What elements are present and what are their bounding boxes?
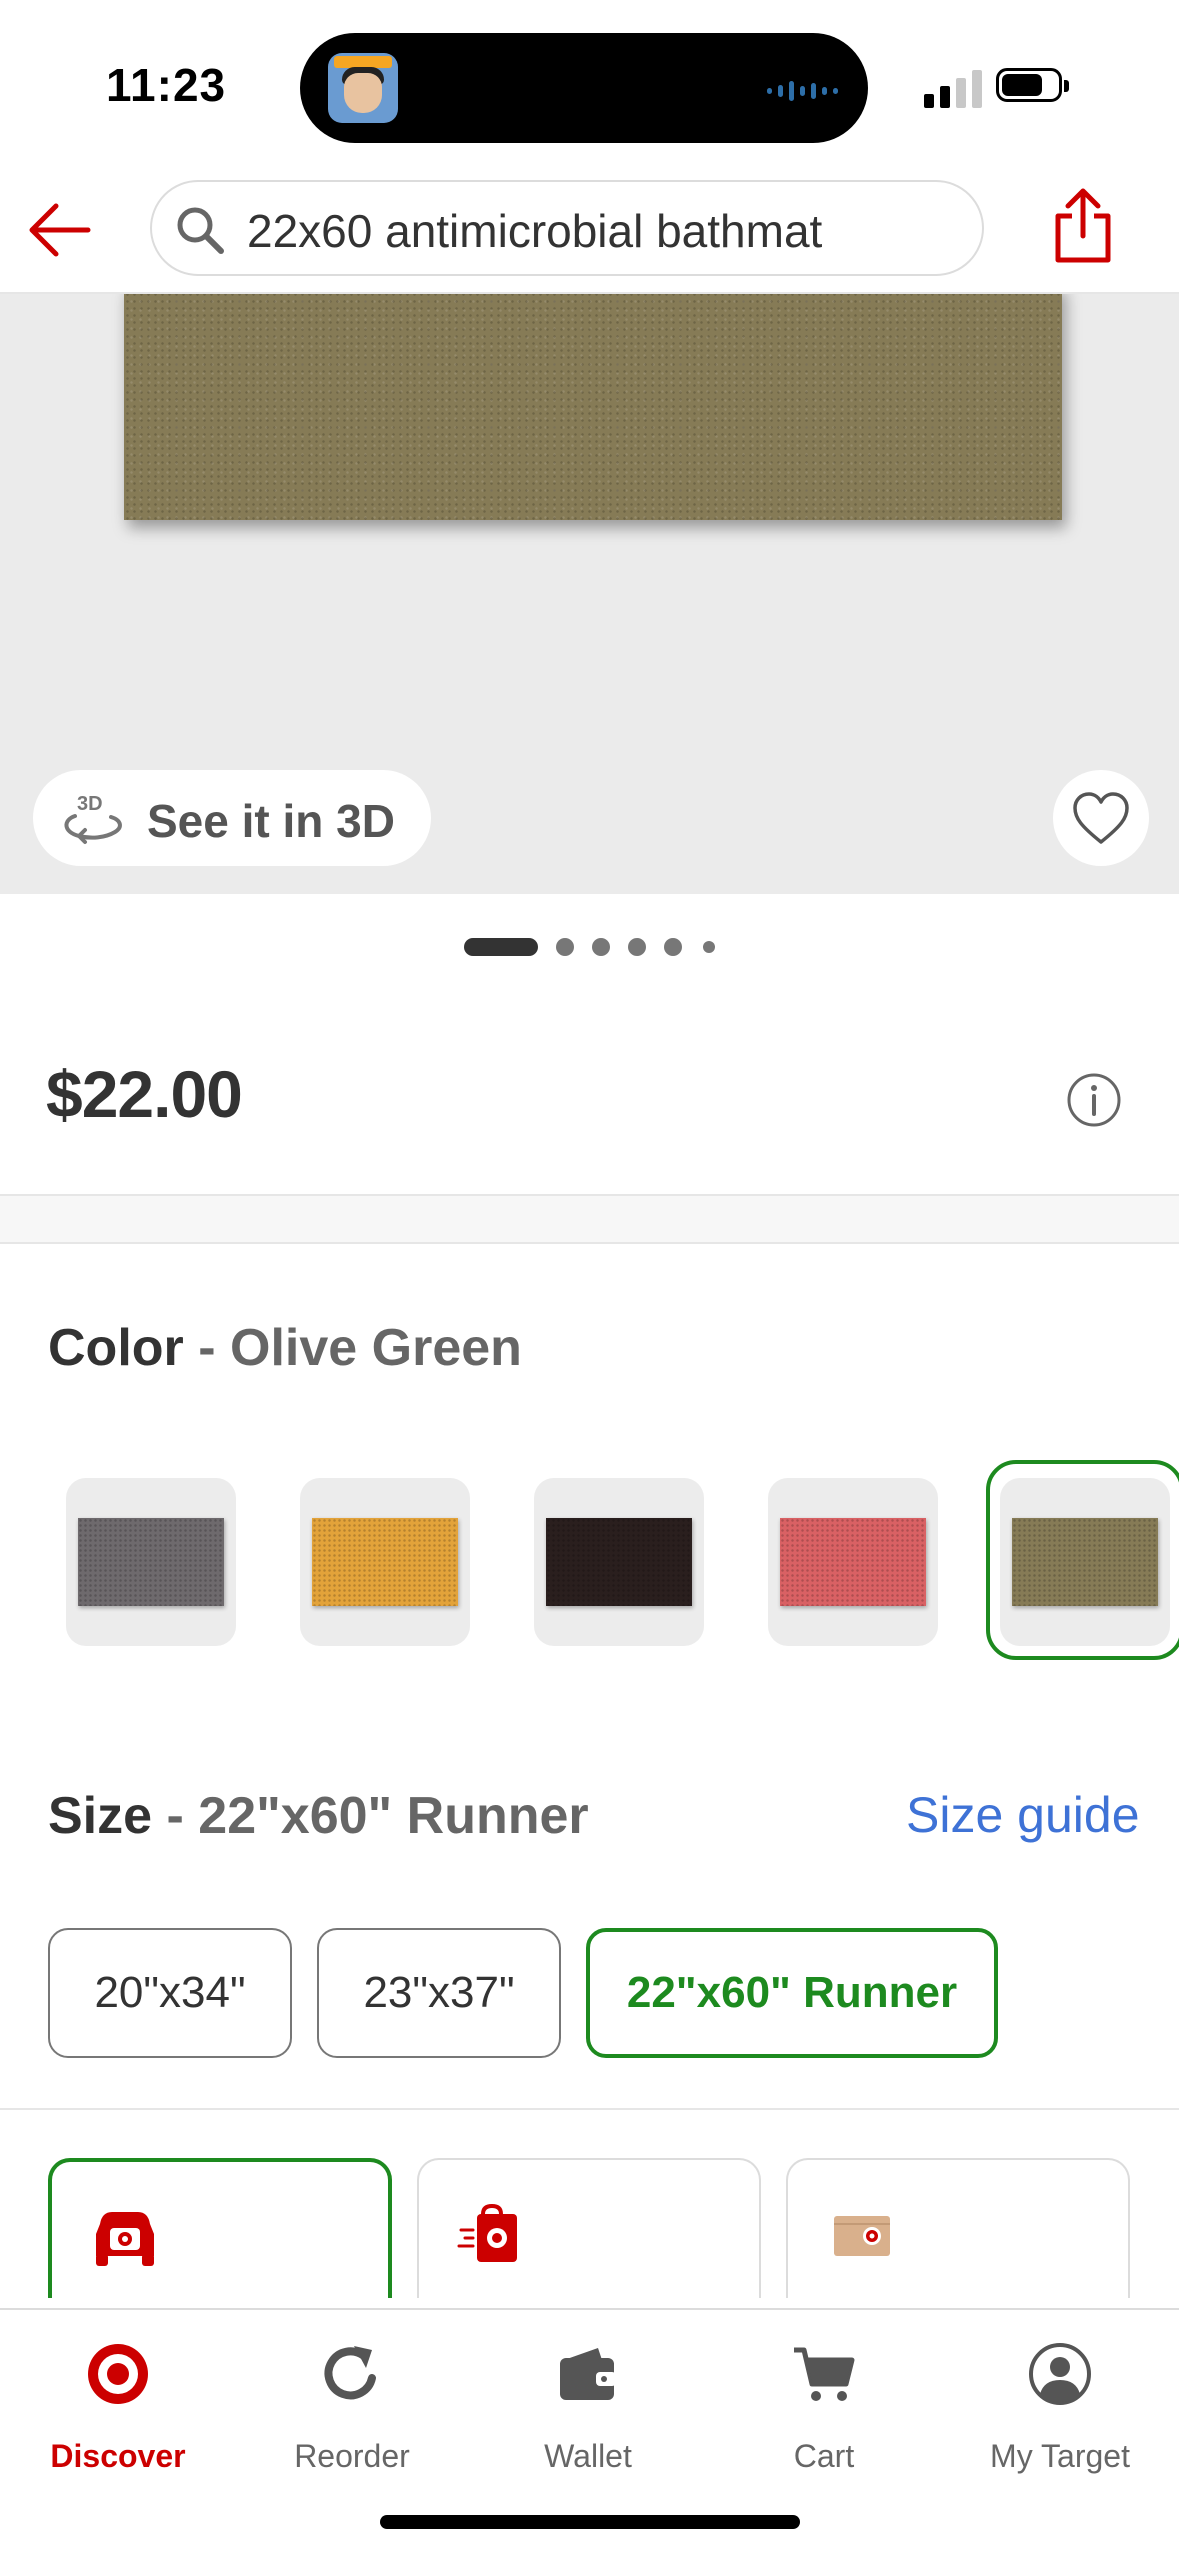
tab-label: Wallet — [544, 2438, 632, 2474]
size-option-23x37[interactable]: 23"x37" — [317, 1928, 561, 2058]
tab-label: My Target — [990, 2438, 1130, 2474]
back-arrow-icon[interactable] — [26, 200, 92, 260]
tab-label: Reorder — [294, 2438, 410, 2474]
image-pagination — [0, 932, 1179, 962]
search-query: 22x60 antimicrobial bathmat — [247, 205, 823, 257]
drive-up-icon — [96, 2212, 154, 2266]
color-swatch-black[interactable] — [534, 1478, 704, 1646]
account-icon — [1029, 2343, 1091, 2405]
size-option-22x60-runner[interactable]: 22"x60" Runner — [586, 1928, 998, 2058]
size-heading: Size - 22"x60" Runner — [48, 1786, 589, 1846]
battery-icon — [996, 68, 1069, 102]
section-divider — [0, 1194, 1179, 1244]
product-image-carousel[interactable]: 3D See it in 3D — [0, 294, 1179, 894]
color-swatch-gray[interactable] — [66, 1478, 236, 1646]
shipping-box-icon — [834, 2216, 890, 2256]
size-separator: - — [166, 1787, 184, 1845]
share-icon[interactable] — [1052, 186, 1114, 266]
page-dot — [664, 938, 682, 956]
tab-label: Cart — [793, 2438, 855, 2474]
tab-wallet[interactable]: Wallet — [470, 2330, 706, 2480]
color-swatch-gold[interactable] — [300, 1478, 470, 1646]
heart-icon — [1073, 792, 1129, 844]
product-price: $22.00 — [46, 1057, 243, 1131]
home-indicator[interactable] — [380, 2515, 800, 2529]
color-separator: - — [198, 1319, 216, 1377]
audio-wave-icon — [767, 81, 838, 101]
page-dot — [556, 938, 574, 956]
color-selected-value: Olive Green — [230, 1319, 522, 1377]
reorder-icon — [324, 2346, 376, 2400]
dynamic-island — [300, 33, 868, 143]
same-day-delivery-icon — [457, 2203, 517, 2262]
wallet-icon — [560, 2348, 616, 2400]
svg-text:3D: 3D — [77, 793, 103, 815]
cart-icon — [794, 2347, 855, 2401]
size-guide-link[interactable]: Size guide — [906, 1786, 1140, 1844]
color-heading: Color - Olive Green — [48, 1318, 522, 1378]
fulfillment-same-day-card[interactable] — [417, 2158, 761, 2298]
see-in-3d-button[interactable]: 3D See it in 3D — [33, 770, 431, 866]
tab-cart[interactable]: Cart — [706, 2330, 942, 2480]
status-bar: 11:23 — [0, 0, 1179, 170]
now-playing-artwork — [328, 53, 398, 123]
page-dot — [628, 938, 646, 956]
favorite-button[interactable] — [1053, 770, 1149, 866]
size-selected-value: 22"x60" Runner — [198, 1787, 589, 1845]
page-dot-active — [464, 938, 538, 956]
search-icon — [177, 207, 224, 254]
page-dot — [703, 941, 715, 953]
size-option-20x34[interactable]: 20"x34" — [48, 1928, 292, 2058]
fulfillment-drive-up-card[interactable] — [48, 2158, 392, 2298]
fulfillment-shipping-card[interactable] — [786, 2158, 1130, 2298]
see-in-3d-label: See it in 3D — [147, 795, 395, 847]
cellular-signal-icon — [924, 70, 982, 108]
section-divider — [0, 2108, 1179, 2110]
product-image — [124, 294, 1062, 520]
3d-view-icon: 3D — [64, 793, 122, 844]
tab-reorder[interactable]: Reorder — [234, 2330, 470, 2480]
tab-my-target[interactable]: My Target — [942, 2330, 1178, 2480]
tab-label: Discover — [50, 2438, 186, 2474]
info-icon[interactable] — [1066, 1072, 1122, 1128]
search-bar[interactable]: 22x60 antimicrobial bathmat — [150, 180, 984, 276]
page-dot — [592, 938, 610, 956]
color-swatch-olive-green[interactable] — [1000, 1478, 1170, 1646]
color-swatch-list — [0, 1460, 1179, 1660]
color-swatch-coral[interactable] — [768, 1478, 938, 1646]
color-label: Color — [48, 1319, 184, 1377]
tab-discover[interactable]: Discover — [0, 2330, 236, 2480]
size-label: Size — [48, 1787, 153, 1845]
status-time: 11:23 — [106, 59, 227, 111]
search-header: 22x60 antimicrobial bathmat — [0, 170, 1179, 294]
target-logo-icon — [88, 2344, 148, 2404]
